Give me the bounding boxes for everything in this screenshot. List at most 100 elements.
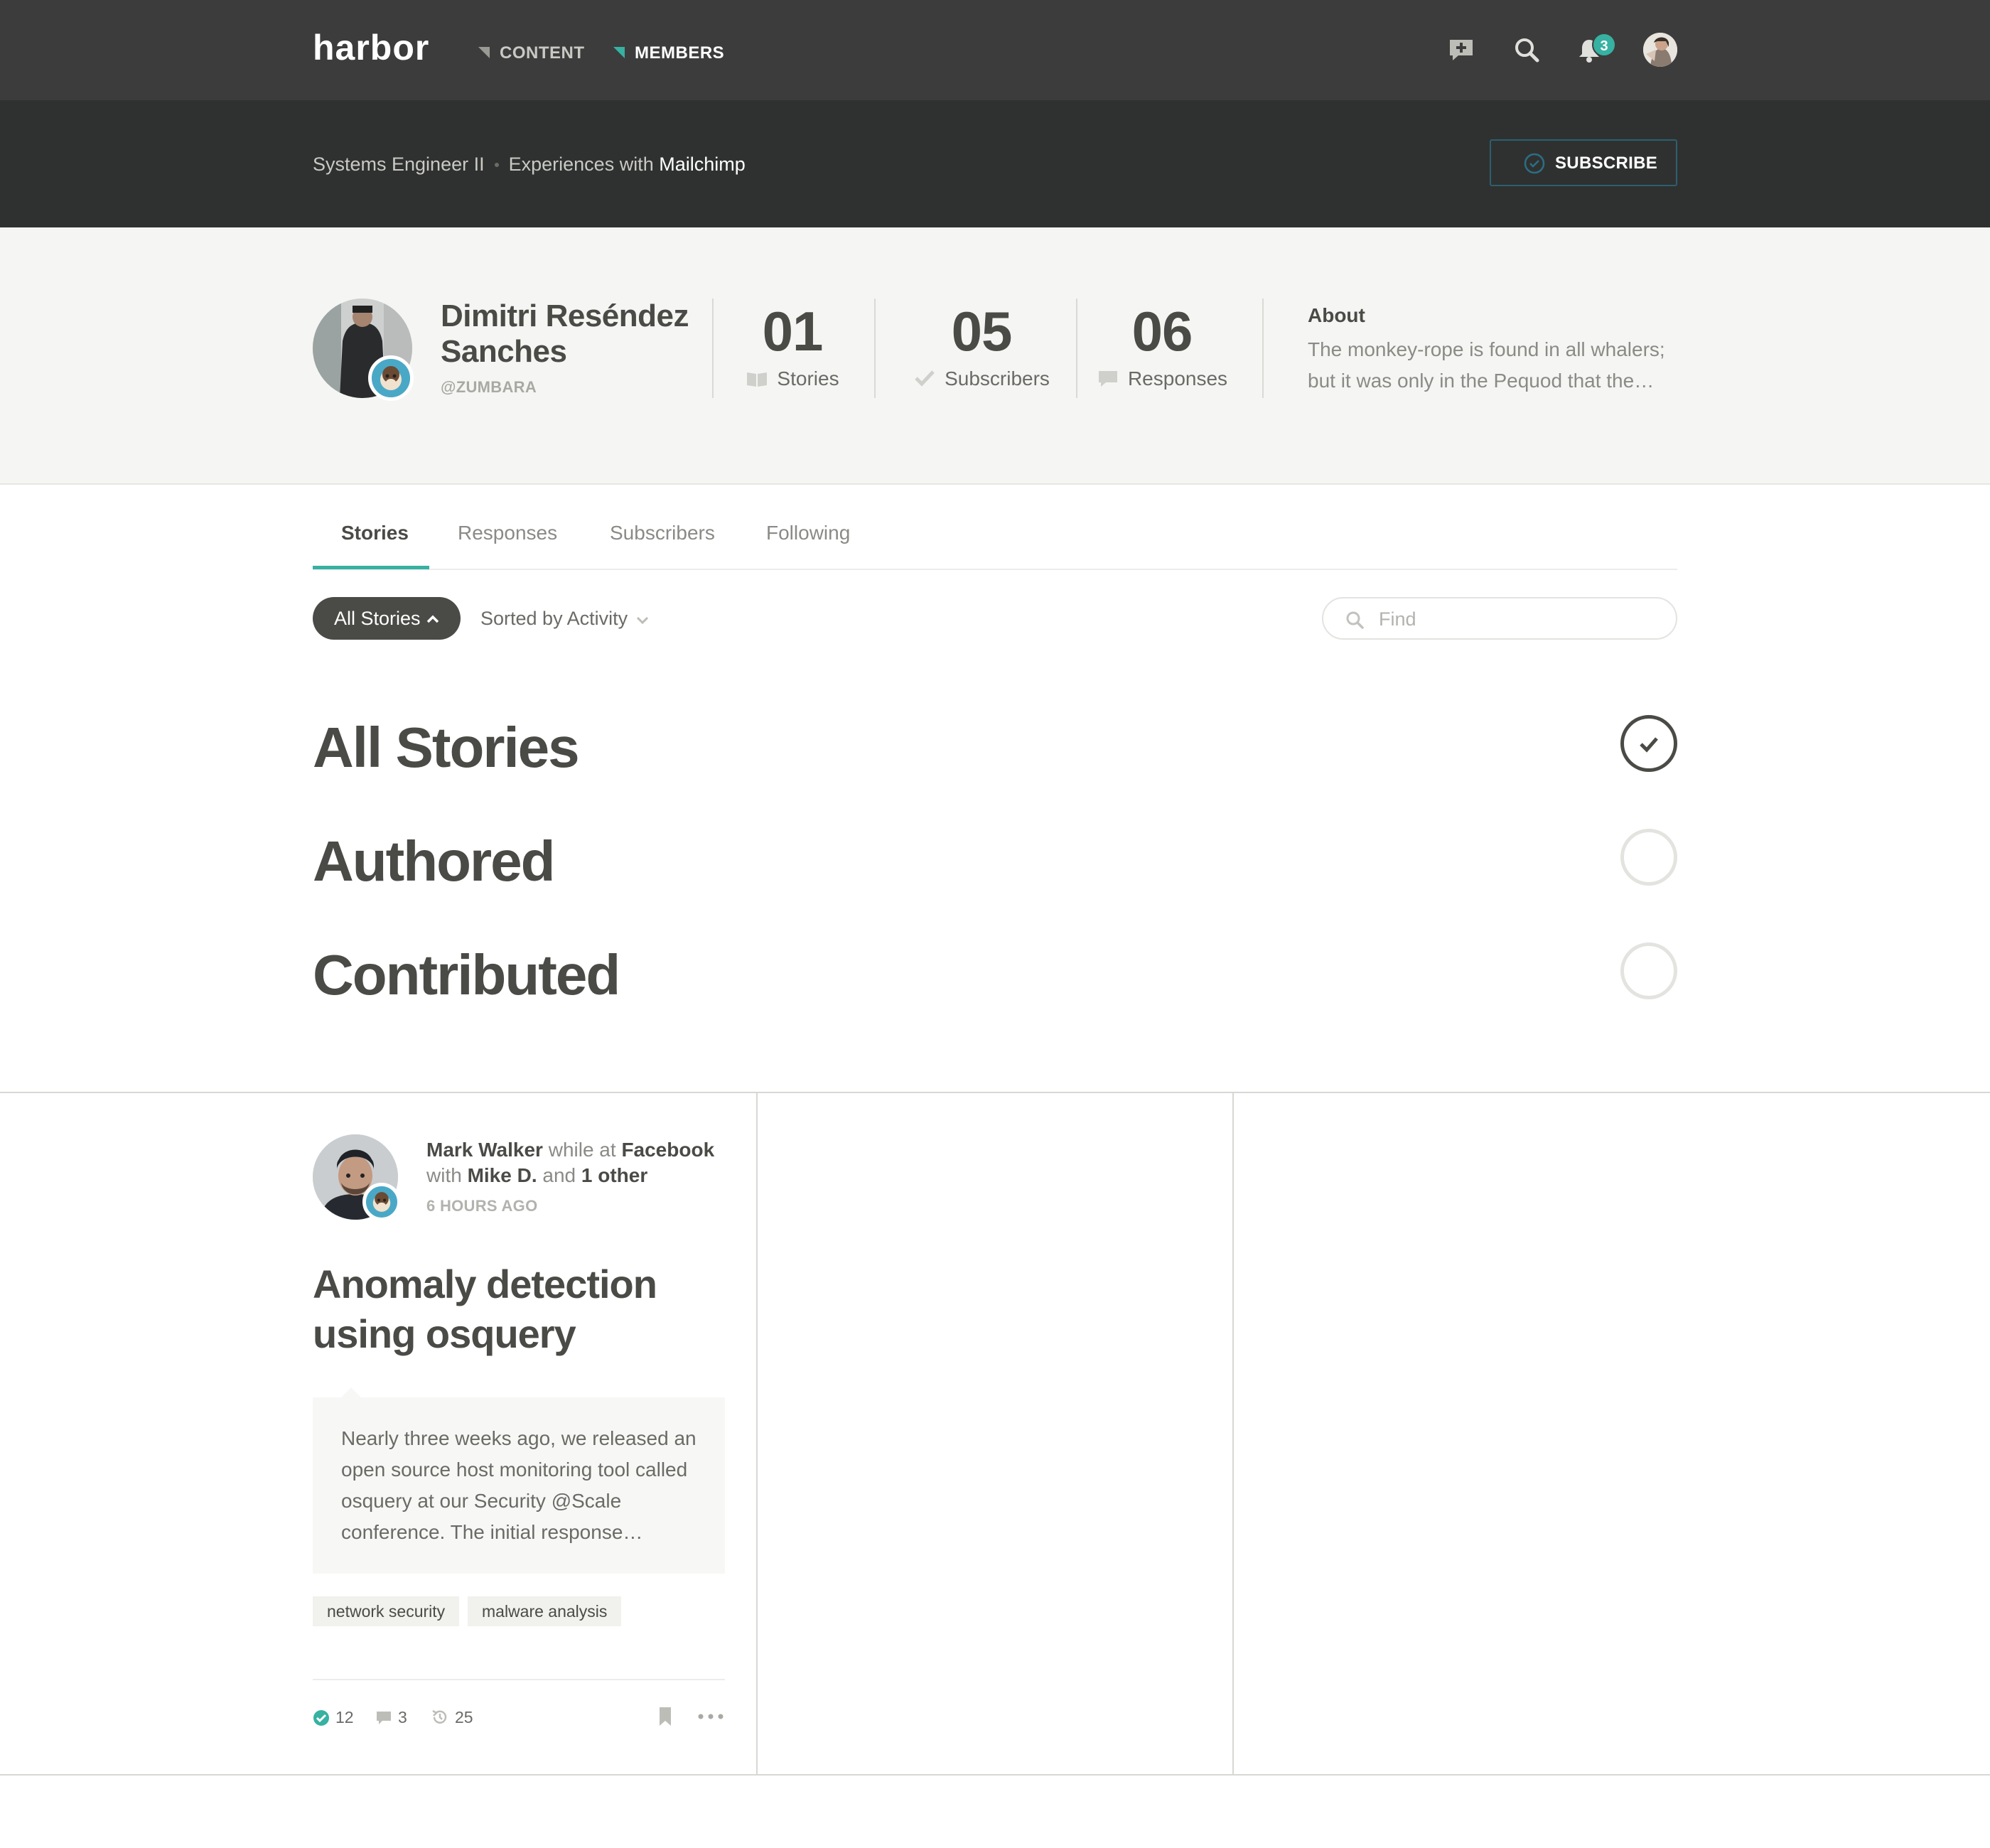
stat-responses-label-row: Responses [1094, 367, 1230, 391]
user-avatar-image [1643, 33, 1677, 67]
stat-stories[interactable]: 01 Stories [739, 301, 846, 401]
checkmark-icon [1640, 737, 1658, 753]
tag-network-security[interactable]: network security [313, 1596, 460, 1626]
profile-header: Dimitri Reséndez Sanches @ZUMBARA 01 Sto… [0, 227, 1990, 485]
about-title: About [1308, 304, 1365, 326]
view-history-count[interactable]: 25 [431, 1704, 473, 1730]
stat-subscribers-number: 05 [951, 300, 1013, 362]
active-tab-indicator [313, 566, 429, 569]
nav-content-label: CONTENT [500, 43, 585, 63]
option-contributed[interactable]: Contributed [313, 934, 1677, 1012]
tab-subscribers[interactable]: Subscribers [610, 519, 715, 547]
and-text: and [542, 1164, 576, 1186]
nav-members-link[interactable]: MEMBERS [613, 41, 727, 65]
stat-divider [874, 299, 876, 398]
chevron-up-icon [426, 615, 439, 623]
option-authored-label: Authored [313, 829, 556, 893]
grid-divider [756, 1092, 758, 1776]
grid-divider [0, 1092, 1990, 1093]
breadcrumb-role[interactable]: Systems Engineer II [313, 154, 485, 175]
option-authored[interactable]: Authored [313, 820, 1677, 898]
author-organization[interactable]: Facebook [621, 1139, 714, 1161]
option-all-stories-radio[interactable] [1620, 715, 1677, 772]
coauthor-name[interactable]: Mike D. [468, 1164, 537, 1186]
story-title[interactable]: Anomaly detection using osquery [313, 1259, 711, 1359]
compose-icon[interactable] [1446, 34, 1477, 65]
sort-dropdown[interactable]: Sorted by Activity [480, 597, 650, 640]
story-filter-dropdown[interactable]: All Stories [313, 597, 461, 640]
book-icon [747, 372, 768, 387]
mailchimp-monkey-icon [372, 359, 410, 397]
comment-count-value: 3 [398, 1708, 407, 1726]
subscribe-button[interactable]: SUBSCRIBE [1490, 139, 1677, 186]
story-attribution: Mark Walker while at Facebook with Mike … [426, 1137, 732, 1188]
option-all-stories-label: All Stories [313, 716, 580, 779]
stat-subscribers[interactable]: 05 Subscribers [897, 301, 1066, 401]
other-coauthors-link[interactable]: 1 other [581, 1164, 647, 1186]
comment-icon [1098, 371, 1117, 387]
notification-count-badge: 3 [1592, 33, 1616, 57]
profile-tabs: Stories Responses Subscribers Following [313, 485, 1677, 570]
breadcrumb-company[interactable]: Mailchimp [659, 154, 746, 175]
stat-subscribers-label-row: Subscribers [897, 367, 1066, 391]
breadcrumb-separator [494, 163, 499, 167]
profile-handle: @ZUMBARA [441, 378, 537, 396]
triangle-icon [478, 47, 490, 58]
nav-members-label: MEMBERS [635, 43, 725, 63]
recommend-count-value: 12 [335, 1708, 354, 1726]
stat-divider [1076, 299, 1077, 398]
mailchimp-badge-icon [368, 355, 414, 401]
option-contributed-radio[interactable] [1620, 942, 1677, 999]
view-count-value: 25 [455, 1708, 473, 1726]
stat-divider [1262, 299, 1264, 398]
option-contributed-label: Contributed [313, 943, 620, 1006]
stat-responses-number: 06 [1131, 300, 1193, 362]
stat-stories-label: Stories [777, 367, 839, 390]
story-filter-label: All Stories [334, 608, 421, 629]
bookmark-icon[interactable] [657, 1706, 674, 1727]
search-icon [1346, 611, 1364, 629]
chevron-down-icon [637, 616, 649, 625]
stat-stories-number: 01 [762, 300, 824, 362]
sort-label: Sorted by Activity [480, 608, 628, 629]
top-navigation-bar: harbor CONTENT MEMBERS 3 [0, 0, 1990, 100]
harbor-logo[interactable]: harbor [313, 30, 429, 65]
find-input[interactable] [1379, 606, 1663, 633]
tab-responses[interactable]: Responses [458, 519, 557, 547]
nav-content-link[interactable]: CONTENT [478, 41, 592, 65]
grid-divider [0, 1774, 1990, 1776]
breadcrumb-bar: Systems Engineer II Experiences with Mail… [0, 100, 1990, 227]
story-card[interactable]: Mark Walker while at Facebook with Mike … [313, 1092, 725, 1774]
history-icon [432, 1709, 447, 1724]
subscribe-label: SUBSCRIBE [1555, 154, 1658, 173]
comment-icon [377, 1712, 391, 1724]
stat-divider [712, 299, 714, 398]
grid-divider [1232, 1092, 1234, 1776]
story-timestamp: 6 HOURS AGO [426, 1197, 538, 1215]
author-name[interactable]: Mark Walker [426, 1139, 543, 1161]
breadcrumb: Systems Engineer II Experiences with Mail… [313, 150, 746, 178]
comment-count[interactable]: 3 [375, 1704, 407, 1730]
story-excerpt[interactable]: Nearly three weeks ago, we released an o… [313, 1387, 725, 1574]
check-icon [915, 370, 935, 387]
option-authored-radio[interactable] [1620, 829, 1677, 886]
stat-subscribers-label: Subscribers [945, 367, 1050, 390]
tab-stories[interactable]: Stories [341, 519, 409, 547]
option-all-stories[interactable]: All Stories [313, 707, 1677, 785]
stat-responses[interactable]: 06 Responses [1094, 301, 1230, 401]
tag-malware-analysis[interactable]: malware analysis [468, 1596, 622, 1626]
tab-following[interactable]: Following [766, 519, 850, 547]
card-divider [313, 1679, 725, 1680]
find-search-box [1322, 597, 1677, 640]
recommend-check-icon [313, 1710, 329, 1726]
with-text: with [426, 1164, 462, 1186]
recommend-count[interactable]: 12 [313, 1704, 354, 1730]
triangle-icon [613, 47, 625, 58]
search-icon[interactable] [1511, 34, 1542, 65]
stat-stories-label-row: Stories [739, 367, 846, 391]
breadcrumb-experience-prefix[interactable]: Experiences with [509, 154, 654, 175]
more-options-icon[interactable] [696, 1706, 725, 1727]
user-avatar[interactable] [1643, 33, 1677, 67]
stat-responses-label: Responses [1127, 367, 1228, 390]
while-at-text: while at [548, 1139, 616, 1161]
